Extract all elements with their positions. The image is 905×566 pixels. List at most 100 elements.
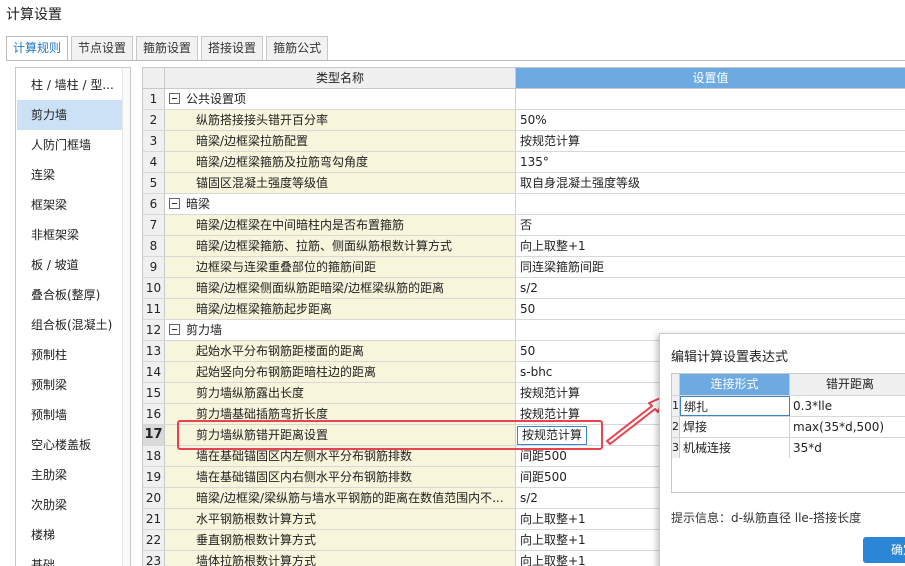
sidebar-item[interactable]: 剪力墙 [17, 100, 122, 130]
table-row[interactable]: 5 锚固区混凝土强度等级值 取自身混凝土强度等级 [143, 173, 905, 194]
sidebar-item[interactable]: 非框架梁 [17, 220, 122, 250]
setting-value: 取自身混凝土强度等级 [520, 176, 641, 190]
table-row[interactable]: 9 边框梁与连梁重叠部位的箍筋间距 同连梁箍筋间距 [143, 257, 905, 278]
setting-value-cell[interactable]: 向上取整+1 [516, 236, 905, 256]
sidebar-item[interactable]: 框架梁 [17, 190, 122, 220]
group-row[interactable]: 6 暗梁 [143, 194, 905, 215]
connection-type-cell[interactable]: 绑扎 [680, 396, 790, 416]
tab-node-settings[interactable]: 节点设置 [71, 36, 134, 60]
annotation-arrow [606, 395, 666, 445]
setting-name-cell[interactable]: 暗梁/边框梁拉筋配置 [165, 131, 516, 151]
sidebar-item[interactable]: 预制柱 [17, 340, 122, 370]
setting-name-cell[interactable]: 剪力墙纵筋露出长度 [165, 383, 516, 403]
setting-value: 按规范计算 [520, 134, 581, 148]
sidebar-item[interactable]: 基础 [17, 550, 122, 566]
sidebar-item[interactable]: 预制梁 [17, 370, 122, 400]
setting-value-cell[interactable]: s/2 [516, 278, 905, 298]
table-row[interactable]: 3 暗梁/边框梁拉筋配置 按规范计算 [143, 131, 905, 152]
collapse-icon[interactable] [169, 93, 180, 104]
setting-name-cell[interactable]: 墙在基础锚固区内右侧水平分布钢筋排数 [165, 467, 516, 487]
sidebar-item[interactable]: 连梁 [17, 160, 122, 190]
setting-value-cell[interactable]: 同连梁箍筋间距 [516, 257, 905, 277]
table-row[interactable]: 11 暗梁/边框梁箍筋起步距离 50 [143, 299, 905, 320]
grid-header-value[interactable]: 设置值 [516, 68, 905, 88]
setting-name-cell[interactable]: 垂直钢筋根数计算方式 [165, 530, 516, 550]
setting-name-cell[interactable]: 纵筋搭接接头错开百分率 [165, 110, 516, 130]
row-number: 14 [143, 362, 165, 382]
setting-name: 暗梁/边框梁/梁纵筋与墙水平钢筋的距离在数值范围内不... [196, 491, 504, 505]
tab-lap-settings[interactable]: 搭接设置 [201, 36, 264, 60]
stagger-distance-cell[interactable]: max(35*d,500) [790, 417, 905, 437]
stagger-distance-cell[interactable]: 0.3*lle [790, 396, 905, 416]
expression-row[interactable]: 3 机械连接 35*d [672, 437, 905, 458]
tab-calc-rules[interactable]: 计算规则 [6, 36, 69, 61]
sidebar-item[interactable]: 预制墙 [17, 400, 122, 430]
setting-name: 暗梁/边框梁在中间暗柱内是否布置箍筋 [196, 218, 405, 232]
setting-value-cell[interactable]: 50% [516, 110, 905, 130]
setting-value: 135° [520, 155, 549, 169]
row-number: 1 [672, 396, 680, 416]
group-row[interactable]: 1 公共设置项 [143, 89, 905, 110]
table-row[interactable]: 4 暗梁/边框梁箍筋及拉筋弯勾角度 135° [143, 152, 905, 173]
row-number: 11 [143, 299, 165, 319]
table-row[interactable]: 2 纵筋搭接接头错开百分率 50% [143, 110, 905, 131]
connection-type-cell[interactable]: 焊接 [680, 417, 790, 437]
row-number: 15 [143, 383, 165, 403]
sidebar-item[interactable]: 空心楼盖板 [17, 430, 122, 460]
row-number: 8 [143, 236, 165, 256]
table-row[interactable]: 7 暗梁/边框梁在中间暗柱内是否布置箍筋 否 [143, 215, 905, 236]
stagger-distance-cell[interactable]: 35*d [790, 438, 905, 458]
expression-table-header: 连接形式 错开距离 [672, 374, 905, 395]
header-connection-type[interactable]: 连接形式 [680, 374, 790, 395]
setting-name-cell[interactable]: 墙体拉筋根数计算方式 [165, 551, 516, 566]
setting-name-cell[interactable]: 水平钢筋根数计算方式 [165, 509, 516, 529]
sidebar-item[interactable]: 叠合板(整厚) [17, 280, 122, 310]
setting-value: 按规范计算 [520, 386, 581, 400]
table-row[interactable]: 10 暗梁/边框梁侧面纵筋距暗梁/边框梁纵筋的距离 s/2 [143, 278, 905, 299]
tab-stirrup-formula[interactable]: 箍筋公式 [266, 36, 329, 60]
setting-name-cell[interactable]: 暗梁/边框梁在中间暗柱内是否布置箍筋 [165, 215, 516, 235]
sidebar-item[interactable]: 组合板(混凝土) [17, 310, 122, 340]
expression-row[interactable]: 1 绑扎 0.3*lle [672, 395, 905, 416]
collapse-icon[interactable] [169, 198, 180, 209]
setting-value: 50 [520, 302, 536, 316]
table-row[interactable]: 8 暗梁/边框梁箍筋、拉筋、侧面纵筋根数计算方式 向上取整+1 [143, 236, 905, 257]
ok-button[interactable]: 确定 [863, 537, 905, 563]
header-stagger-distance[interactable]: 错开距离 [790, 374, 905, 395]
setting-value-cell[interactable] [516, 89, 905, 109]
setting-name-cell[interactable]: 暗梁/边框梁/梁纵筋与墙水平钢筋的距离在数值范围内不... [165, 488, 516, 508]
setting-value-cell[interactable] [516, 194, 905, 214]
setting-name-cell[interactable]: 锚固区混凝土强度等级值 [165, 173, 516, 193]
setting-name-cell[interactable]: 暗梁/边框梁侧面纵筋距暗梁/边框梁纵筋的距离 [165, 278, 516, 298]
collapse-icon[interactable] [169, 324, 180, 335]
sidebar-item[interactable]: 次肋梁 [17, 490, 122, 520]
sidebar-item[interactable]: 楼梯 [17, 520, 122, 550]
setting-value-cell[interactable]: 50 [516, 299, 905, 319]
sidebar-scrollbar[interactable] [122, 68, 130, 566]
grid-header-name[interactable]: 类型名称 [165, 68, 516, 88]
setting-name: 剪力墙 [186, 323, 223, 337]
setting-name-cell[interactable]: 边框梁与连梁重叠部位的箍筋间距 [165, 257, 516, 277]
connection-type-cell[interactable]: 机械连接 [680, 438, 790, 458]
sidebar-item[interactable]: 板 / 坡道 [17, 250, 122, 280]
setting-value-cell[interactable]: 135° [516, 152, 905, 172]
setting-name-cell[interactable]: 公共设置项 [165, 89, 516, 109]
setting-value-cell[interactable]: 取自身混凝土强度等级 [516, 173, 905, 193]
setting-value: 向上取整+1 [520, 239, 586, 253]
setting-name-cell[interactable]: 剪力墙 [165, 320, 516, 340]
setting-value: 50 [520, 344, 536, 358]
setting-value-cell[interactable]: 否 [516, 215, 905, 235]
sidebar-item[interactable]: 人防门框墙 [17, 130, 122, 160]
tab-stirrup-settings[interactable]: 箍筋设置 [136, 36, 199, 60]
setting-name-cell[interactable]: 起始水平分布钢筋距楼面的距离 [165, 341, 516, 361]
setting-name-cell[interactable]: 起始竖向分布钢筋距暗柱边的距离 [165, 362, 516, 382]
sidebar-item[interactable]: 柱 / 墙柱 / 型... [17, 68, 122, 100]
sidebar-item[interactable]: 主肋梁 [17, 460, 122, 490]
setting-value-cell[interactable]: 按规范计算 [516, 131, 905, 151]
setting-name-cell[interactable]: 暗梁/边框梁箍筋、拉筋、侧面纵筋根数计算方式 [165, 236, 516, 256]
expression-row[interactable]: 2 焊接 max(35*d,500) [672, 416, 905, 437]
setting-name-cell[interactable]: 暗梁 [165, 194, 516, 214]
setting-name-cell[interactable]: 暗梁/边框梁箍筋及拉筋弯勾角度 [165, 152, 516, 172]
row-number: 12 [143, 320, 165, 340]
setting-name-cell[interactable]: 暗梁/边框梁箍筋起步距离 [165, 299, 516, 319]
